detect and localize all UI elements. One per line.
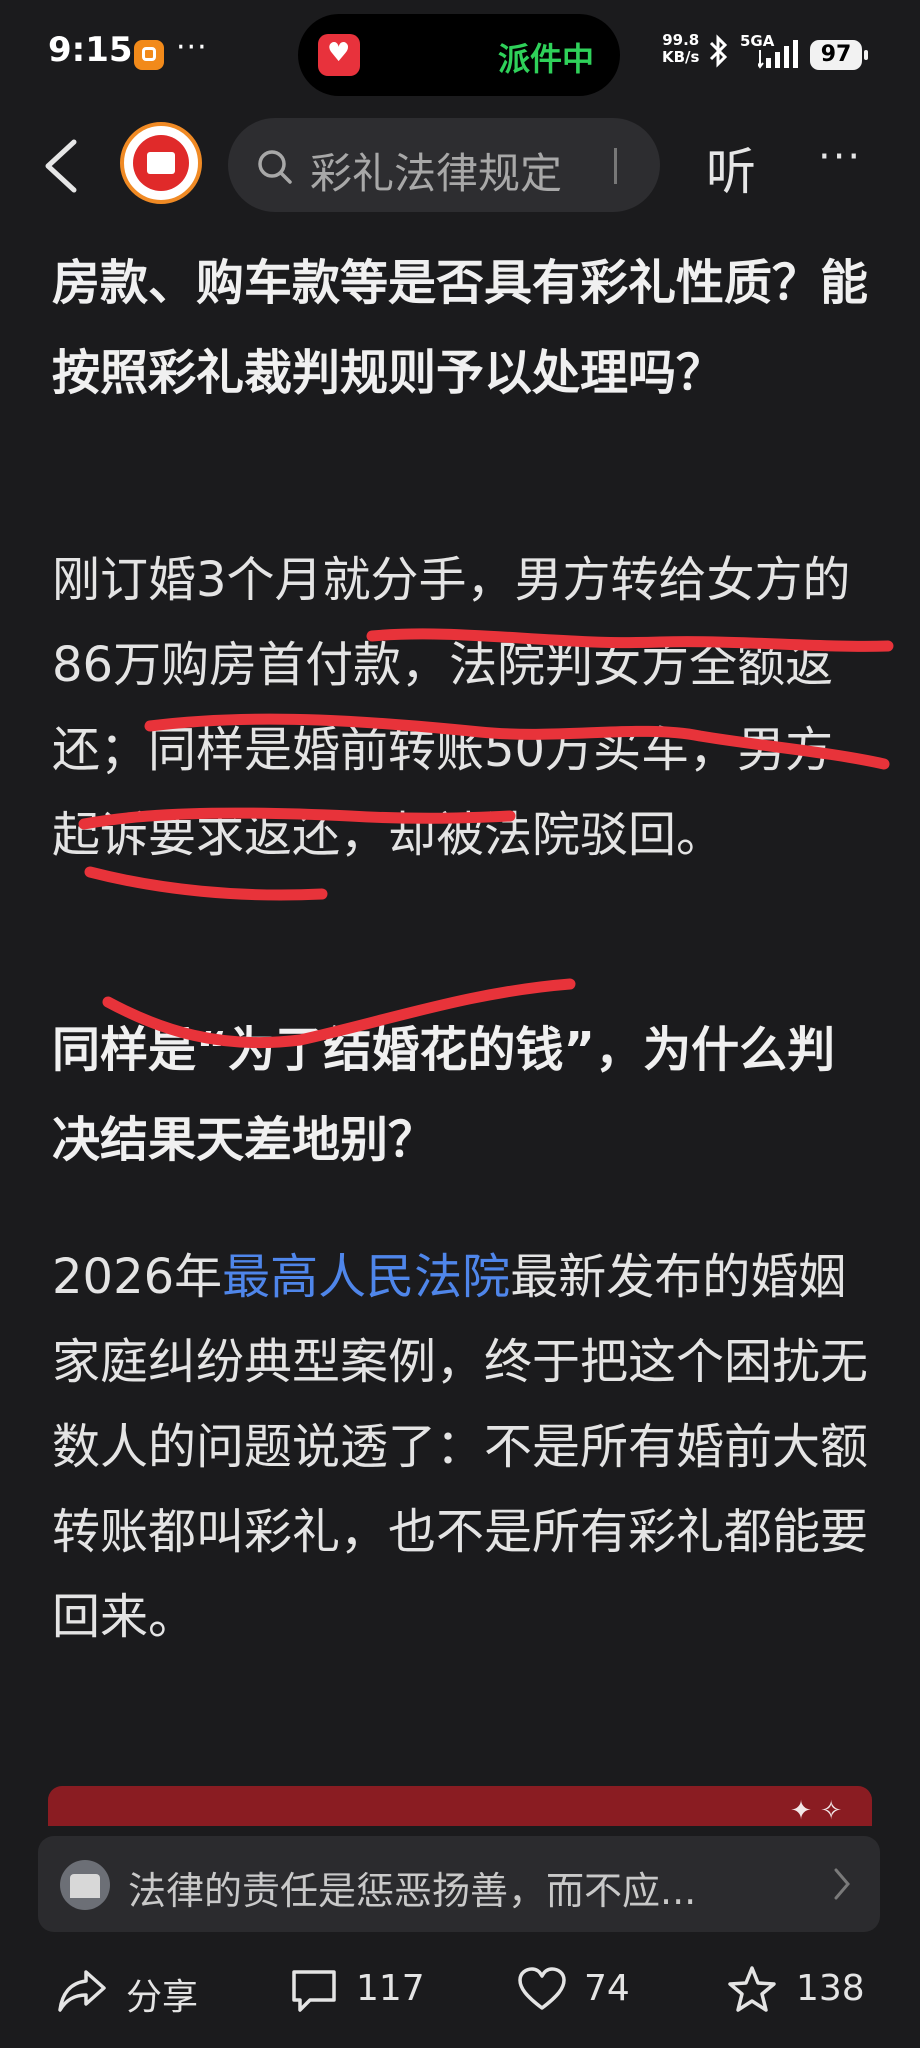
bluetooth-icon xyxy=(709,34,728,68)
share-icon xyxy=(58,1970,106,2012)
status-bar: 9:15 ··· 派件中 99.8 KB/s 5GA 97 xyxy=(0,0,920,110)
more-options-icon[interactable]: ··· xyxy=(818,134,862,180)
bottom-action-bar: 分享 117 74 138 xyxy=(0,1940,920,2048)
embedded-image-card[interactable]: ✦ ✧ xyxy=(48,1786,872,1826)
top-comment-text: 法律的责任是惩恶扬善，而不应... xyxy=(128,1869,697,1913)
comment-count: 117 xyxy=(356,1968,425,2009)
island-status-text: 派件中 xyxy=(497,40,594,78)
article-body: 房款、购车款等是否具有彩礼性质？能按照彩礼裁判规则予以处理吗？ 刚订婚3个月就分… xyxy=(52,238,872,1660)
signal-strength-icon xyxy=(758,40,798,69)
network-speed: 99.8 KB/s xyxy=(662,32,699,66)
battery-indicator: 97 xyxy=(810,40,868,70)
card-decoration-icon: ✦ ✧ xyxy=(790,1796,842,1826)
paragraph-1: 刚订婚3个月就分手，男方转给女方的86万购房首付款，法院判女方全额返还；同样是婚… xyxy=(52,552,851,863)
network-speed-value: 99.8 xyxy=(662,31,700,49)
back-arrow-icon[interactable] xyxy=(40,138,84,194)
comment-icon xyxy=(292,1970,336,2012)
paragraph-2-prefix: 2026年 xyxy=(52,1249,223,1305)
section-heading-2: 同样是“为了结婚花的钱”，为什么判决结果天差地别？ xyxy=(52,1022,836,1168)
status-time: 9:15 xyxy=(48,30,133,70)
delivery-app-icon xyxy=(318,34,360,76)
like-count: 74 xyxy=(584,1968,630,2009)
listen-button[interactable]: 听 xyxy=(706,132,756,204)
top-comment-banner[interactable]: 法律的责任是惩恶扬善，而不应... xyxy=(38,1836,880,1932)
avatar-logo xyxy=(133,135,189,191)
heart-icon xyxy=(518,1967,566,2010)
author-avatar[interactable] xyxy=(120,122,202,204)
search-cursor xyxy=(614,148,617,184)
top-nav-bar: 彩礼法律规定 听 ··· xyxy=(0,108,920,224)
paragraph-2: 2026年最高人民法院最新发布的婚姻家庭纠纷典型案例，终于把这个困扰无数人的问题… xyxy=(52,1235,872,1660)
search-icon xyxy=(258,150,292,184)
commenter-avatar xyxy=(60,1860,110,1910)
status-more-dots: ··· xyxy=(176,30,208,65)
share-label: 分享 xyxy=(126,1977,199,2018)
dynamic-island[interactable]: 派件中 xyxy=(298,14,620,96)
paragraph-2-body: 最新发布的婚姻家庭纠纷典型案例，终于把这个困扰无数人的问题说透了：不是所有婚前大… xyxy=(52,1249,869,1645)
notification-app-icon xyxy=(134,40,164,70)
chevron-right-icon xyxy=(834,1868,850,1900)
search-bar[interactable]: 彩礼法律规定 xyxy=(228,118,660,212)
supreme-court-link[interactable]: 最高人民法院 xyxy=(222,1249,510,1305)
favorite-count: 138 xyxy=(796,1968,865,2009)
section-heading-1: 房款、购车款等是否具有彩礼性质？能按照彩礼裁判规则予以处理吗？ xyxy=(52,255,869,401)
search-query-text: 彩礼法律规定 xyxy=(310,149,563,198)
star-icon xyxy=(728,1966,776,2012)
network-speed-unit: KB/s xyxy=(662,48,700,66)
